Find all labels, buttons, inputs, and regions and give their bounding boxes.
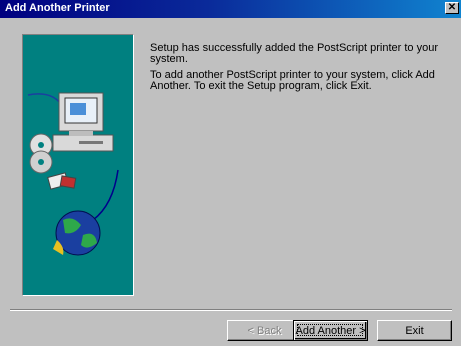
globe-icon [53, 210, 101, 256]
separator [10, 309, 452, 311]
close-icon: ✕ [447, 2, 457, 13]
setup-message: Setup has successfully added the PostScr… [150, 43, 440, 97]
title-bar[interactable]: Add Another Printer ✕ [0, 0, 461, 18]
add-another-button[interactable]: Add Another > [293, 320, 368, 341]
message-line-instructions: To add another PostScript printer to you… [150, 69, 435, 92]
setup-dialog: Add Another Printer ✕ Setup has successf… [0, 0, 461, 346]
setup-illustration [22, 34, 134, 296]
back-button[interactable]: < Back [227, 320, 302, 341]
back-button-label: < Back [247, 324, 282, 337]
exit-button[interactable]: Exit [377, 320, 452, 341]
close-button[interactable]: ✕ [445, 2, 459, 14]
exit-button-label: Exit [405, 324, 424, 337]
add-another-button-label: Add Another > [295, 324, 366, 337]
computer-icon [52, 92, 114, 152]
message-line-success: Setup has successfully added the PostScr… [150, 42, 438, 65]
cd-icon [29, 133, 53, 174]
window-title: Add Another Printer [5, 2, 110, 14]
floppy-icon [47, 172, 77, 190]
